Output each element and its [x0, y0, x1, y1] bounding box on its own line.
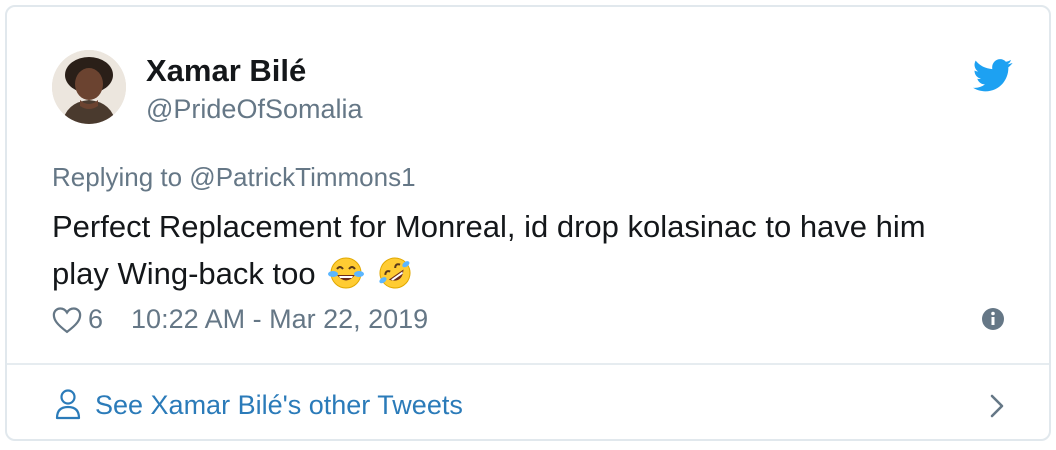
see-other-tweets-link[interactable]: See Xamar Bilé's other Tweets	[7, 365, 1049, 441]
tweet-card: Xamar Bilé @PrideOfSomalia Replying to @…	[5, 5, 1051, 441]
author-name[interactable]: Xamar Bilé	[146, 53, 306, 89]
twitter-bird-icon[interactable]	[972, 59, 1013, 92]
rolling-on-the-floor-laughing-icon	[377, 256, 413, 303]
face-with-tears-of-joy-icon	[328, 256, 365, 303]
chevron-right-icon[interactable]	[989, 393, 1005, 419]
see-other-tweets-label[interactable]: See Xamar Bilé's other Tweets	[95, 390, 463, 421]
timestamp[interactable]: 10:22 AM - Mar 22, 2019	[131, 304, 428, 335]
tweet-text-line1: Perfect Replacement for Monreal, id drop…	[52, 209, 926, 244]
tweet-meta: 6 10:22 AM - Mar 22, 2019	[52, 304, 428, 335]
tweet-text-line2: play Wing-back too	[52, 256, 316, 291]
heart-icon[interactable]	[52, 306, 82, 334]
tweet-text: Perfect Replacement for Monreal, id drop…	[52, 203, 1012, 303]
like-count[interactable]: 6	[88, 304, 103, 335]
avatar[interactable]	[52, 50, 126, 124]
replying-to[interactable]: Replying to @PatrickTimmons1	[52, 162, 416, 193]
person-icon	[55, 388, 81, 420]
author-handle[interactable]: @PrideOfSomalia	[146, 94, 363, 125]
info-icon[interactable]	[981, 307, 1005, 331]
